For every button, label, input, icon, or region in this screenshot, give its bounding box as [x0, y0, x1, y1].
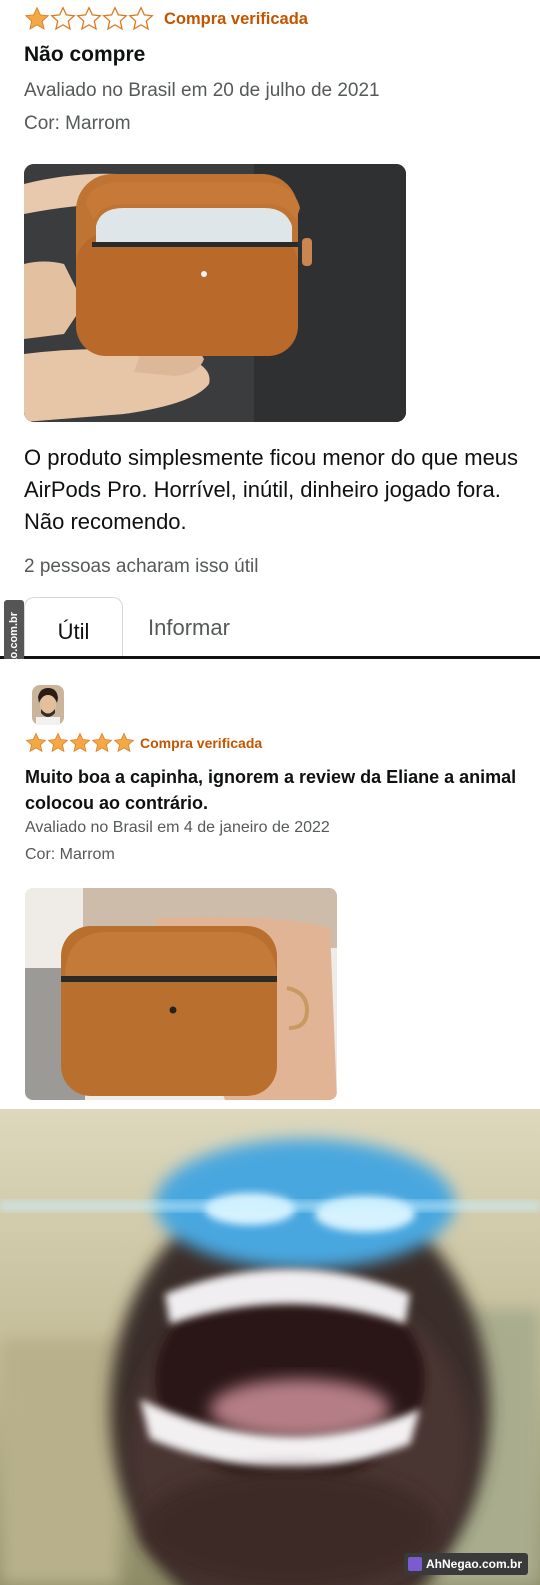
helpful-count: 2 pessoas acharam isso útil	[24, 556, 259, 577]
star-filled-icon	[69, 732, 91, 754]
star-filled-icon	[113, 732, 135, 754]
watermark-text: AhNegao.com.br	[425, 1557, 522, 1571]
review-card-1: Compra verificada Não compre Avaliado no…	[0, 0, 540, 662]
ahnegao-logo-icon	[407, 1557, 422, 1571]
review-variant: Cor: Marrom	[25, 846, 115, 863]
star-filled-icon	[24, 6, 50, 32]
review-title[interactable]: Muito boa a capinha, ignorem a review da…	[25, 764, 525, 816]
reaction-image: AhNegao.com.br	[0, 1109, 540, 1585]
review-date: Avaliado no Brasil em 20 de julho de 202…	[24, 80, 380, 101]
star-empty-icon	[50, 6, 76, 32]
review-card-2: Compra verificada Muito boa a capinha, i…	[0, 659, 540, 1109]
helpful-button[interactable]: Útil	[24, 597, 123, 659]
verified-purchase-badge: Compra verificada	[140, 735, 263, 751]
laughing-face-image	[0, 1109, 540, 1585]
star-filled-icon	[91, 732, 113, 754]
star-filled-icon	[47, 732, 69, 754]
review-date: Avaliado no Brasil em 4 de janeiro de 20…	[25, 819, 330, 836]
star-empty-icon	[76, 6, 102, 32]
airpods-case-image	[24, 164, 406, 422]
verified-purchase-badge: Compra verificada	[164, 10, 308, 28]
user-avatar-icon	[32, 685, 64, 725]
star-rating	[25, 732, 135, 754]
review-body: O produto simplesmente ficou menor do qu…	[24, 445, 519, 534]
avatar[interactable]	[32, 685, 64, 725]
star-rating	[24, 6, 154, 32]
review-title[interactable]: Não compre	[24, 43, 145, 67]
review-photo[interactable]	[25, 888, 337, 1100]
star-empty-icon	[102, 6, 128, 32]
review-photo[interactable]	[24, 164, 406, 422]
star-empty-icon	[128, 6, 154, 32]
star-filled-icon	[25, 732, 47, 754]
airpods-case-image	[25, 888, 337, 1100]
report-link[interactable]: Informar	[148, 615, 230, 641]
watermark-badge: AhNegao.com.br	[403, 1553, 528, 1575]
review-variant: Cor: Marrom	[24, 113, 131, 134]
